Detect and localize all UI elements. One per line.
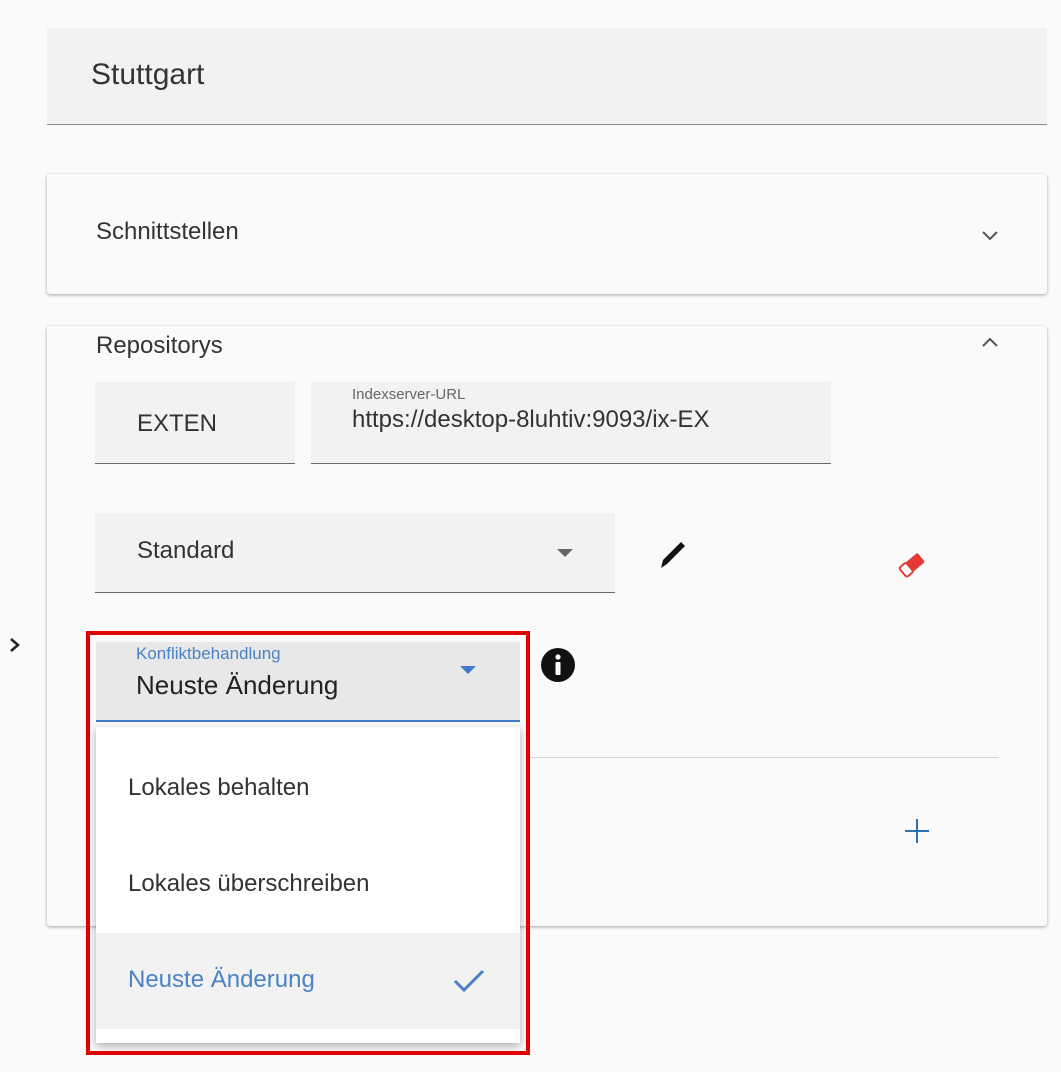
location-title: Stuttgart — [91, 58, 205, 91]
add-repository-button[interactable] — [905, 819, 929, 843]
interfaces-panel[interactable]: Schnittstellen — [47, 174, 1047, 294]
menu-item-keep-local[interactable]: Lokales behalten — [96, 741, 520, 837]
info-icon[interactable] — [540, 647, 576, 688]
chevron-down-icon[interactable] — [979, 224, 1001, 253]
menu-item-label: Neuste Änderung — [128, 966, 315, 993]
profile-select-value: Standard — [137, 537, 235, 564]
indexserver-url-field[interactable]: Indexserver-URL https://desktop-8luhtiv:… — [311, 382, 831, 464]
caret-down-icon — [557, 549, 573, 557]
profile-select[interactable]: Standard — [95, 513, 615, 593]
edit-pencil-icon[interactable] — [655, 538, 689, 577]
conflict-handling-label: Konfliktbehandlung — [136, 644, 281, 663]
conflict-handling-value: Neuste Änderung — [136, 670, 339, 700]
repository-name-value: EXTEN — [137, 410, 218, 437]
menu-item-label: Lokales überschreiben — [128, 870, 370, 897]
interfaces-panel-label: Schnittstellen — [96, 218, 239, 245]
menu-item-newest-change[interactable]: Neuste Änderung — [96, 933, 520, 1029]
conflict-handling-menu: Lokales behalten Lokales überschreiben N… — [96, 727, 520, 1043]
indexserver-url-label: Indexserver-URL — [352, 386, 466, 403]
checkmark-icon — [453, 969, 485, 993]
eraser-icon[interactable] — [895, 548, 929, 587]
menu-item-label: Lokales behalten — [128, 774, 310, 801]
caret-down-icon — [460, 666, 476, 674]
expand-arrow-icon[interactable] — [8, 634, 22, 660]
indexserver-url-value: https://desktop-8luhtiv:9093/ix-EX — [352, 406, 710, 433]
panel-divider — [525, 757, 999, 758]
repositories-panel-label: Repositorys — [96, 332, 223, 359]
repository-name-field[interactable]: EXTEN — [95, 382, 295, 464]
chevron-up-icon[interactable] — [979, 332, 1001, 361]
location-title-field[interactable]: Stuttgart — [47, 28, 1047, 125]
conflict-handling-select[interactable]: Konfliktbehandlung Neuste Änderung — [96, 642, 520, 722]
menu-item-overwrite-local[interactable]: Lokales überschreiben — [96, 837, 520, 933]
